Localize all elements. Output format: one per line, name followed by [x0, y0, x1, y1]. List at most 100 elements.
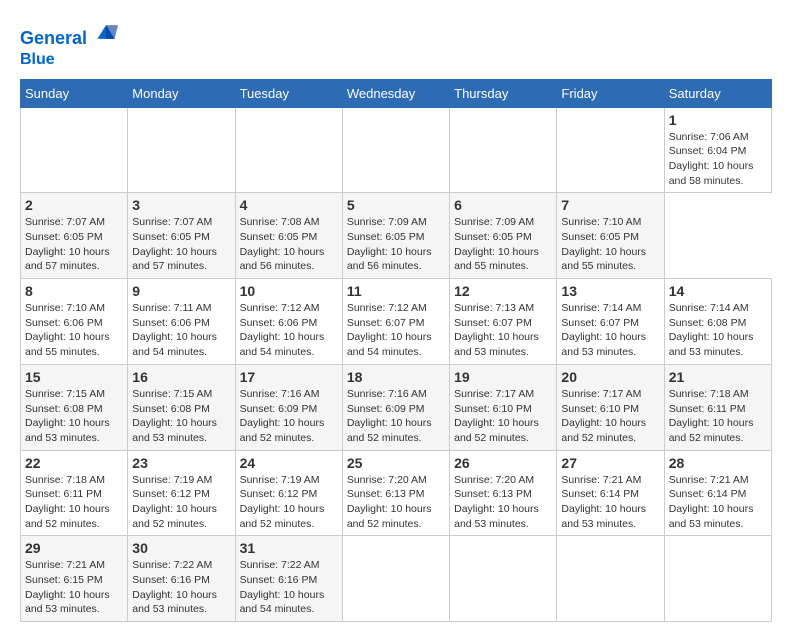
calendar-cell: 30 Sunrise: 7:22 AM Sunset: 6:16 PM Dayl… — [128, 536, 235, 622]
day-number: 26 — [454, 455, 552, 471]
day-number: 3 — [132, 197, 230, 213]
day-number: 13 — [561, 283, 659, 299]
calendar-week-row: 2 Sunrise: 7:07 AM Sunset: 6:05 PM Dayli… — [21, 193, 772, 279]
calendar-cell: 12 Sunrise: 7:13 AM Sunset: 6:07 PM Dayl… — [450, 279, 557, 365]
calendar-cell: 5 Sunrise: 7:09 AM Sunset: 6:05 PM Dayli… — [342, 193, 449, 279]
calendar-cell: 28 Sunrise: 7:21 AM Sunset: 6:14 PM Dayl… — [664, 450, 771, 536]
calendar-cell: 18 Sunrise: 7:16 AM Sunset: 6:09 PM Dayl… — [342, 364, 449, 450]
logo-general: General — [20, 28, 87, 48]
calendar-table: SundayMondayTuesdayWednesdayThursdayFrid… — [20, 79, 772, 623]
calendar-cell — [664, 536, 771, 622]
calendar-week-row: 1 Sunrise: 7:06 AM Sunset: 6:04 PM Dayli… — [21, 107, 772, 193]
day-number: 10 — [240, 283, 338, 299]
calendar-cell: 4 Sunrise: 7:08 AM Sunset: 6:05 PM Dayli… — [235, 193, 342, 279]
day-info: Sunrise: 7:11 AM Sunset: 6:06 PM Dayligh… — [132, 301, 230, 360]
calendar-cell: 23 Sunrise: 7:19 AM Sunset: 6:12 PM Dayl… — [128, 450, 235, 536]
weekday-header-tuesday: Tuesday — [235, 79, 342, 107]
day-info: Sunrise: 7:20 AM Sunset: 6:13 PM Dayligh… — [454, 473, 552, 532]
calendar-cell: 9 Sunrise: 7:11 AM Sunset: 6:06 PM Dayli… — [128, 279, 235, 365]
calendar-week-row: 22 Sunrise: 7:18 AM Sunset: 6:11 PM Dayl… — [21, 450, 772, 536]
calendar-cell: 22 Sunrise: 7:18 AM Sunset: 6:11 PM Dayl… — [21, 450, 128, 536]
day-info: Sunrise: 7:09 AM Sunset: 6:05 PM Dayligh… — [454, 215, 552, 274]
calendar-cell: 7 Sunrise: 7:10 AM Sunset: 6:05 PM Dayli… — [557, 193, 664, 279]
day-info: Sunrise: 7:22 AM Sunset: 6:16 PM Dayligh… — [240, 558, 338, 617]
day-number: 18 — [347, 369, 445, 385]
calendar-cell — [21, 107, 128, 193]
logo: General Blue — [20, 20, 118, 69]
day-number: 9 — [132, 283, 230, 299]
day-info: Sunrise: 7:17 AM Sunset: 6:10 PM Dayligh… — [561, 387, 659, 446]
calendar-cell: 10 Sunrise: 7:12 AM Sunset: 6:06 PM Dayl… — [235, 279, 342, 365]
calendar-cell: 24 Sunrise: 7:19 AM Sunset: 6:12 PM Dayl… — [235, 450, 342, 536]
day-number: 12 — [454, 283, 552, 299]
day-number: 1 — [669, 112, 767, 128]
calendar-cell: 29 Sunrise: 7:21 AM Sunset: 6:15 PM Dayl… — [21, 536, 128, 622]
day-number: 24 — [240, 455, 338, 471]
calendar-cell — [450, 107, 557, 193]
day-number: 2 — [25, 197, 123, 213]
day-info: Sunrise: 7:16 AM Sunset: 6:09 PM Dayligh… — [240, 387, 338, 446]
calendar-cell: 25 Sunrise: 7:20 AM Sunset: 6:13 PM Dayl… — [342, 450, 449, 536]
day-number: 5 — [347, 197, 445, 213]
day-info: Sunrise: 7:13 AM Sunset: 6:07 PM Dayligh… — [454, 301, 552, 360]
calendar-cell: 2 Sunrise: 7:07 AM Sunset: 6:05 PM Dayli… — [21, 193, 128, 279]
day-number: 15 — [25, 369, 123, 385]
day-number: 30 — [132, 540, 230, 556]
day-info: Sunrise: 7:10 AM Sunset: 6:05 PM Dayligh… — [561, 215, 659, 274]
day-number: 7 — [561, 197, 659, 213]
day-info: Sunrise: 7:19 AM Sunset: 6:12 PM Dayligh… — [132, 473, 230, 532]
weekday-header-sunday: Sunday — [21, 79, 128, 107]
day-number: 23 — [132, 455, 230, 471]
weekday-header-wednesday: Wednesday — [342, 79, 449, 107]
calendar-cell — [342, 107, 449, 193]
day-number: 14 — [669, 283, 767, 299]
day-number: 17 — [240, 369, 338, 385]
calendar-cell — [342, 536, 449, 622]
day-info: Sunrise: 7:22 AM Sunset: 6:16 PM Dayligh… — [132, 558, 230, 617]
day-info: Sunrise: 7:20 AM Sunset: 6:13 PM Dayligh… — [347, 473, 445, 532]
calendar-week-row: 15 Sunrise: 7:15 AM Sunset: 6:08 PM Dayl… — [21, 364, 772, 450]
day-info: Sunrise: 7:12 AM Sunset: 6:06 PM Dayligh… — [240, 301, 338, 360]
calendar-cell: 21 Sunrise: 7:18 AM Sunset: 6:11 PM Dayl… — [664, 364, 771, 450]
day-number: 22 — [25, 455, 123, 471]
calendar-cell: 16 Sunrise: 7:15 AM Sunset: 6:08 PM Dayl… — [128, 364, 235, 450]
day-info: Sunrise: 7:21 AM Sunset: 6:15 PM Dayligh… — [25, 558, 123, 617]
day-info: Sunrise: 7:07 AM Sunset: 6:05 PM Dayligh… — [25, 215, 123, 274]
weekday-header-saturday: Saturday — [664, 79, 771, 107]
calendar-cell: 26 Sunrise: 7:20 AM Sunset: 6:13 PM Dayl… — [450, 450, 557, 536]
day-info: Sunrise: 7:21 AM Sunset: 6:14 PM Dayligh… — [561, 473, 659, 532]
day-number: 28 — [669, 455, 767, 471]
day-number: 20 — [561, 369, 659, 385]
calendar-week-row: 8 Sunrise: 7:10 AM Sunset: 6:06 PM Dayli… — [21, 279, 772, 365]
calendar-cell: 15 Sunrise: 7:15 AM Sunset: 6:08 PM Dayl… — [21, 364, 128, 450]
calendar-week-row: 29 Sunrise: 7:21 AM Sunset: 6:15 PM Dayl… — [21, 536, 772, 622]
weekday-header-friday: Friday — [557, 79, 664, 107]
calendar-header-row: SundayMondayTuesdayWednesdayThursdayFrid… — [21, 79, 772, 107]
weekday-header-monday: Monday — [128, 79, 235, 107]
calendar-cell: 8 Sunrise: 7:10 AM Sunset: 6:06 PM Dayli… — [21, 279, 128, 365]
calendar-cell: 11 Sunrise: 7:12 AM Sunset: 6:07 PM Dayl… — [342, 279, 449, 365]
day-number: 29 — [25, 540, 123, 556]
day-info: Sunrise: 7:06 AM Sunset: 6:04 PM Dayligh… — [669, 130, 767, 189]
day-info: Sunrise: 7:18 AM Sunset: 6:11 PM Dayligh… — [25, 473, 123, 532]
day-info: Sunrise: 7:07 AM Sunset: 6:05 PM Dayligh… — [132, 215, 230, 274]
calendar-cell — [557, 536, 664, 622]
day-number: 25 — [347, 455, 445, 471]
calendar-cell: 14 Sunrise: 7:14 AM Sunset: 6:08 PM Dayl… — [664, 279, 771, 365]
calendar-cell: 13 Sunrise: 7:14 AM Sunset: 6:07 PM Dayl… — [557, 279, 664, 365]
calendar-cell — [450, 536, 557, 622]
day-info: Sunrise: 7:09 AM Sunset: 6:05 PM Dayligh… — [347, 215, 445, 274]
day-info: Sunrise: 7:08 AM Sunset: 6:05 PM Dayligh… — [240, 215, 338, 274]
day-info: Sunrise: 7:12 AM Sunset: 6:07 PM Dayligh… — [347, 301, 445, 360]
day-number: 21 — [669, 369, 767, 385]
day-info: Sunrise: 7:14 AM Sunset: 6:08 PM Dayligh… — [669, 301, 767, 360]
day-info: Sunrise: 7:21 AM Sunset: 6:14 PM Dayligh… — [669, 473, 767, 532]
calendar-cell: 31 Sunrise: 7:22 AM Sunset: 6:16 PM Dayl… — [235, 536, 342, 622]
day-info: Sunrise: 7:16 AM Sunset: 6:09 PM Dayligh… — [347, 387, 445, 446]
weekday-header-thursday: Thursday — [450, 79, 557, 107]
calendar-cell: 27 Sunrise: 7:21 AM Sunset: 6:14 PM Dayl… — [557, 450, 664, 536]
day-info: Sunrise: 7:17 AM Sunset: 6:10 PM Dayligh… — [454, 387, 552, 446]
calendar-cell — [557, 107, 664, 193]
page-header: General Blue — [20, 20, 772, 69]
day-info: Sunrise: 7:18 AM Sunset: 6:11 PM Dayligh… — [669, 387, 767, 446]
